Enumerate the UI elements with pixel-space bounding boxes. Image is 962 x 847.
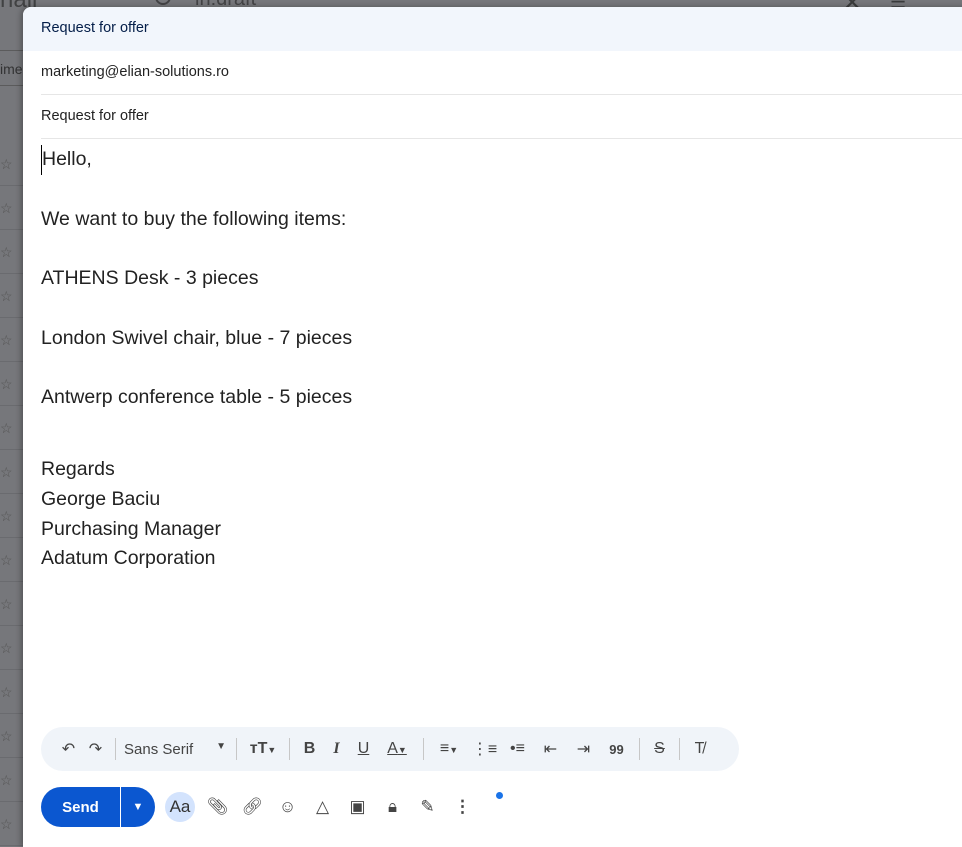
compose-bottom-bar: Send ▼ Aa 📎︎ 🔗︎ ☺ △ ▣ 🔒︎ ✎ ⋮ bbox=[41, 787, 503, 827]
background-row-star-icon: ☆ bbox=[0, 714, 23, 758]
bold-icon[interactable]: B bbox=[296, 740, 323, 758]
background-row-star-icon: ☆ bbox=[0, 670, 23, 714]
notification-dot bbox=[496, 792, 503, 799]
to-field[interactable]: marketing@elian-solutions.ro bbox=[41, 51, 962, 95]
text-color-icon[interactable]: A▼ bbox=[377, 740, 417, 758]
body-line: Antwerp conference table - 5 pieces bbox=[41, 386, 353, 409]
send-button[interactable]: Send bbox=[41, 787, 120, 827]
background-row-star-icon: ☆ bbox=[0, 758, 23, 802]
background-row-star-icon: ☆ bbox=[0, 538, 23, 582]
background-row-star-icon: ☆ bbox=[0, 494, 23, 538]
insert-link-icon[interactable]: 🔗︎ bbox=[235, 797, 270, 817]
background-row-star-icon: ☆ bbox=[0, 274, 23, 318]
background-row-star-icon: ☆ bbox=[0, 142, 23, 186]
background-row-star-icon: ☆ bbox=[0, 230, 23, 274]
remove-formatting-icon[interactable]: T̸ bbox=[686, 740, 713, 758]
background-row-star-icon: ☆ bbox=[0, 582, 23, 626]
indent-more-icon[interactable]: ⇥ bbox=[567, 739, 600, 759]
compose-window: Request for offer marketing@elian-soluti… bbox=[23, 7, 962, 847]
body-line bbox=[41, 354, 962, 384]
formatting-toolbar: ↶ ↷ Sans Serif ▼ ᴛT▼ B I U A▼ ≡▼ ⋮≡ •≡ ⇤ … bbox=[41, 727, 739, 771]
emoji-icon[interactable]: ☺ bbox=[270, 797, 305, 817]
background-email-list: ☆ ☆ ☆ ☆ ☆ ☆ ☆ ☆ ☆ ☆ ☆ ☆ ☆ ☆ ☆ ☆ bbox=[0, 142, 23, 846]
body-line: London Swivel chair, blue - 7 pieces bbox=[41, 326, 353, 349]
body-line bbox=[41, 234, 962, 264]
drive-icon[interactable]: △ bbox=[305, 797, 340, 817]
confidential-mode-icon[interactable]: 🔒︎ bbox=[375, 797, 410, 817]
font-label: Sans Serif bbox=[124, 740, 194, 758]
undo-icon[interactable]: ↶ bbox=[55, 739, 82, 759]
body-line bbox=[41, 175, 962, 205]
chevron-down-icon: ▼ bbox=[216, 740, 226, 752]
body-line bbox=[41, 294, 962, 324]
body-line: Hello, bbox=[41, 145, 962, 175]
font-select[interactable]: Sans Serif ▼ bbox=[122, 741, 230, 758]
bulleted-list-icon[interactable]: •≡ bbox=[501, 740, 534, 758]
body-line bbox=[41, 413, 962, 443]
divider bbox=[289, 738, 290, 760]
send-options-button[interactable]: ▼ bbox=[120, 787, 155, 827]
signature-line: George Baciu bbox=[41, 487, 161, 510]
font-size-icon[interactable]: ᴛT▼ bbox=[243, 740, 283, 758]
background-row-star-icon: ☆ bbox=[0, 318, 23, 362]
background-row-star-icon: ☆ bbox=[0, 406, 23, 450]
background-row-star-icon: ☆ bbox=[0, 450, 23, 494]
signature-line: Purchasing Manager bbox=[41, 517, 221, 540]
background-row-star-icon: ☆ bbox=[0, 802, 23, 846]
divider bbox=[236, 738, 237, 760]
search-icon bbox=[155, 0, 171, 5]
body-line: ATHENS Desk - 3 pieces bbox=[41, 267, 259, 290]
body-line bbox=[41, 443, 962, 455]
background-row-star-icon: ☆ bbox=[0, 626, 23, 670]
signature-icon[interactable]: ✎ bbox=[410, 797, 445, 817]
signature-line: Adatum Corporation bbox=[41, 547, 216, 570]
numbered-list-icon[interactable]: ⋮≡ bbox=[468, 739, 501, 759]
more-options-icon[interactable]: ⋮ bbox=[445, 797, 480, 817]
chevron-down-icon: ▼ bbox=[132, 801, 144, 813]
formatting-options-button[interactable]: Aa bbox=[165, 792, 195, 822]
background-row-star-icon: ☆ bbox=[0, 186, 23, 230]
divider bbox=[639, 738, 640, 760]
background-tab: ime bbox=[0, 50, 23, 86]
underline-icon[interactable]: U bbox=[350, 740, 377, 758]
strikethrough-icon[interactable]: S bbox=[646, 740, 673, 758]
divider bbox=[679, 738, 680, 760]
compose-title-bar[interactable]: Request for offer bbox=[23, 7, 962, 51]
message-body[interactable]: Hello, We want to buy the following item… bbox=[23, 139, 962, 574]
italic-icon[interactable]: I bbox=[323, 740, 350, 758]
align-icon[interactable]: ≡▼ bbox=[430, 740, 468, 758]
attach-file-icon[interactable]: 📎︎ bbox=[200, 797, 235, 817]
signature-line: Regards bbox=[41, 457, 115, 480]
quote-icon[interactable]: 99 bbox=[600, 742, 633, 757]
subject-field[interactable]: Request for offer bbox=[41, 95, 962, 139]
background-row-star-icon: ☆ bbox=[0, 362, 23, 406]
divider bbox=[423, 738, 424, 760]
insert-photo-icon[interactable]: ▣ bbox=[340, 797, 375, 817]
indent-less-icon[interactable]: ⇤ bbox=[534, 739, 567, 759]
redo-icon[interactable]: ↷ bbox=[82, 739, 109, 759]
divider bbox=[115, 738, 116, 760]
body-line: We want to buy the following items: bbox=[41, 207, 347, 230]
